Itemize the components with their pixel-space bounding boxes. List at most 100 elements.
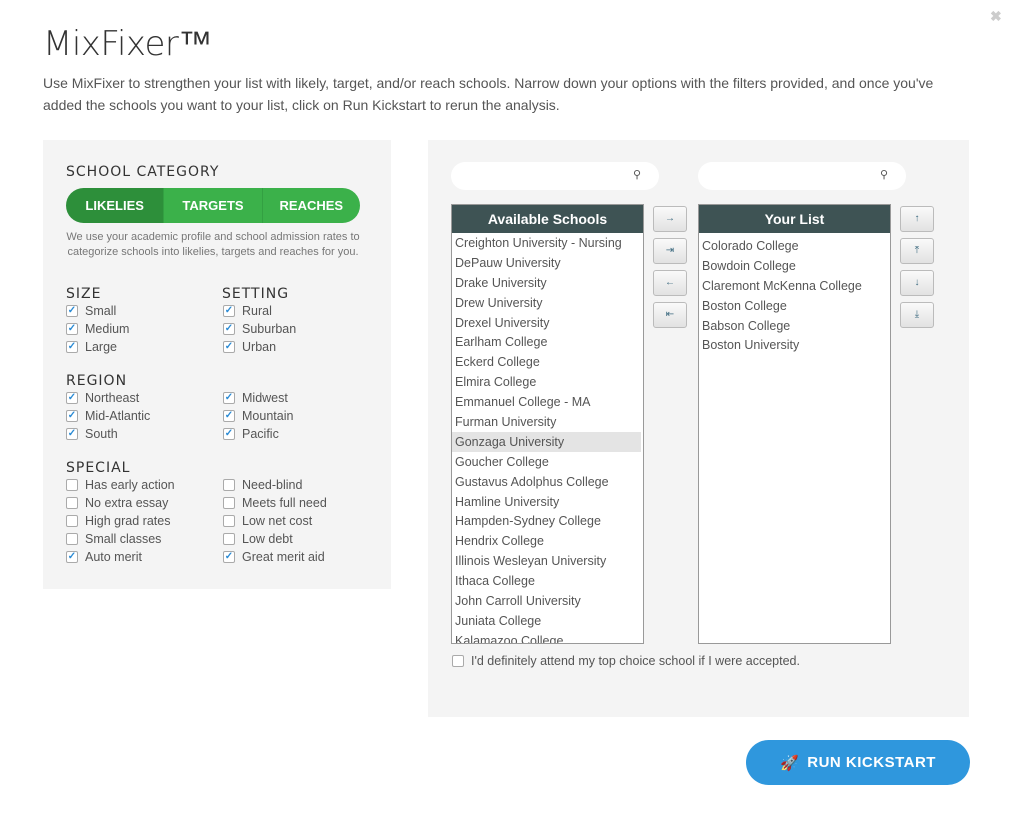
move-up-button[interactable]: ↑ bbox=[900, 206, 934, 232]
tab-targets[interactable]: TARGETS bbox=[163, 188, 262, 223]
checkbox-high-grad-rates[interactable]: High grad rates bbox=[66, 512, 170, 530]
checkbox-low-net-cost[interactable]: Low net cost bbox=[223, 512, 312, 530]
remove-all-button[interactable]: ⇤ bbox=[653, 302, 687, 328]
checkbox-low-debt[interactable]: Low debt bbox=[223, 530, 293, 548]
checkbox-label: Has early action bbox=[85, 478, 175, 492]
list-item[interactable]: Boston University bbox=[699, 335, 890, 355]
checkbox-icon[interactable] bbox=[223, 479, 235, 491]
checkbox-northeast[interactable]: ✓ Northeast bbox=[66, 389, 139, 407]
checkbox-icon[interactable]: ✓ bbox=[223, 341, 235, 353]
add-all-button[interactable]: ⇥ bbox=[653, 238, 687, 264]
checkbox-icon[interactable]: ✓ bbox=[66, 428, 78, 440]
list-item[interactable]: Earlham College bbox=[452, 332, 643, 352]
list-item[interactable]: Illinois Wesleyan University bbox=[452, 551, 643, 571]
checkbox-mid-atlantic[interactable]: ✓ Mid-Atlantic bbox=[66, 407, 150, 425]
list-item[interactable]: DePauw University bbox=[452, 253, 643, 273]
checkbox-rural[interactable]: ✓ Rural bbox=[223, 302, 272, 320]
checkbox-great-merit-aid[interactable]: ✓ Great merit aid bbox=[223, 548, 325, 566]
list-item[interactable]: Furman University bbox=[452, 412, 643, 432]
your-list-header: Your List bbox=[699, 205, 890, 233]
checkbox-suburban[interactable]: ✓ Suburban bbox=[223, 320, 296, 338]
checkbox-icon[interactable]: ✓ bbox=[223, 428, 235, 440]
checkbox-icon[interactable]: ✓ bbox=[66, 323, 78, 335]
list-item[interactable]: Creighton University - Nursing bbox=[452, 233, 643, 253]
tab-likelies[interactable]: LIKELIES bbox=[66, 188, 164, 223]
checkbox-auto-merit[interactable]: ✓ Auto merit bbox=[66, 548, 142, 566]
list-item[interactable]: Claremont McKenna College bbox=[699, 276, 890, 296]
checkbox-south[interactable]: ✓ South bbox=[66, 425, 118, 443]
category-tabs: LIKELIES TARGETS REACHES bbox=[66, 188, 360, 223]
checkbox-icon[interactable]: ✓ bbox=[66, 410, 78, 422]
checkbox-label: Medium bbox=[85, 322, 130, 336]
add-button[interactable]: → bbox=[653, 206, 687, 232]
remove-button[interactable]: ← bbox=[653, 270, 687, 296]
checkbox-medium[interactable]: ✓ Medium bbox=[66, 320, 129, 338]
list-item[interactable]: Gonzaga University bbox=[452, 431, 641, 452]
move-bottom-button[interactable]: ⤓ bbox=[900, 302, 934, 328]
list-item[interactable]: Ithaca College bbox=[452, 571, 643, 591]
list-item[interactable]: Bowdoin College bbox=[699, 256, 890, 276]
checkbox-label: High grad rates bbox=[85, 514, 171, 528]
checkbox-icon[interactable] bbox=[452, 655, 464, 667]
close-icon[interactable]: ✖ bbox=[990, 8, 1002, 25]
checkbox-has-early-action[interactable]: Has early action bbox=[66, 476, 175, 494]
list-item[interactable]: Kalamazoo College bbox=[452, 631, 643, 643]
list-item[interactable]: John Carroll University bbox=[452, 591, 643, 611]
search-icon: ⚲ bbox=[632, 169, 641, 181]
tab-reaches[interactable]: REACHES bbox=[261, 188, 360, 223]
list-item[interactable]: Elmira College bbox=[452, 372, 643, 392]
list-item[interactable]: Boston College bbox=[699, 296, 890, 316]
checkbox-icon[interactable] bbox=[66, 497, 78, 509]
list-item[interactable]: Drexel University bbox=[452, 313, 643, 333]
run-kickstart-button[interactable]: 🚀 RUN KICKSTART bbox=[746, 740, 970, 785]
checkbox-need-blind[interactable]: Need-blind bbox=[223, 476, 302, 494]
checkbox-icon[interactable]: ✓ bbox=[66, 305, 78, 317]
special-heading: SPECIAL bbox=[66, 460, 131, 476]
list-item[interactable]: Hamline University bbox=[452, 492, 643, 512]
checkbox-small-classes[interactable]: Small classes bbox=[66, 530, 161, 548]
list-item[interactable]: Drew University bbox=[452, 293, 643, 313]
list-item[interactable]: Babson College bbox=[699, 316, 890, 336]
available-schools-list[interactable]: Available Schools Creighton University -… bbox=[451, 204, 644, 644]
list-item[interactable]: Goucher College bbox=[452, 452, 643, 472]
checkbox-icon[interactable] bbox=[66, 479, 78, 491]
available-search-input[interactable]: ⚲ bbox=[451, 162, 659, 190]
checkbox-icon[interactable]: ✓ bbox=[223, 551, 235, 563]
checkbox-pacific[interactable]: ✓ Pacific bbox=[223, 425, 279, 443]
checkbox-meets-full-need[interactable]: Meets full need bbox=[223, 494, 327, 512]
list-item[interactable]: Eckerd College bbox=[452, 352, 643, 372]
checkbox-icon[interactable] bbox=[66, 533, 78, 545]
your-list-search-input[interactable]: ⚲ bbox=[698, 162, 906, 190]
checkbox-icon[interactable]: ✓ bbox=[66, 392, 78, 404]
move-top-button[interactable]: ⤒ bbox=[900, 238, 934, 264]
list-item[interactable]: Colorado College bbox=[699, 236, 890, 256]
list-item[interactable]: Drake University bbox=[452, 273, 643, 293]
move-down-button[interactable]: ↓ bbox=[900, 270, 934, 296]
checkbox-icon[interactable]: ✓ bbox=[223, 410, 235, 422]
checkbox-midwest[interactable]: ✓ Midwest bbox=[223, 389, 288, 407]
checkbox-label: Need-blind bbox=[242, 478, 303, 492]
checkbox-icon[interactable]: ✓ bbox=[223, 323, 235, 335]
list-item[interactable]: Hendrix College bbox=[452, 531, 643, 551]
checkbox-icon[interactable]: ✓ bbox=[223, 305, 235, 317]
checkbox-icon[interactable]: ✓ bbox=[223, 392, 235, 404]
checkbox-label: Great merit aid bbox=[242, 550, 325, 564]
checkbox-icon[interactable] bbox=[223, 515, 235, 527]
list-item[interactable]: Hampden-Sydney College bbox=[452, 511, 643, 531]
checkbox-icon[interactable]: ✓ bbox=[66, 551, 78, 563]
checkbox-icon[interactable]: ✓ bbox=[66, 341, 78, 353]
list-item[interactable]: Emmanuel College - MA bbox=[452, 392, 643, 412]
checkbox-mountain[interactable]: ✓ Mountain bbox=[223, 407, 293, 425]
checkbox-icon[interactable] bbox=[66, 515, 78, 527]
your-list[interactable]: Your List Colorado College Bowdoin Colleg… bbox=[698, 204, 891, 644]
checkbox-label: Auto merit bbox=[85, 550, 142, 564]
checkbox-icon[interactable] bbox=[223, 497, 235, 509]
checkbox-icon[interactable] bbox=[223, 533, 235, 545]
checkbox-urban[interactable]: ✓ Urban bbox=[223, 338, 276, 356]
list-item[interactable]: Gustavus Adolphus College bbox=[452, 472, 643, 492]
attend-checkbox[interactable]: I'd definitely attend my top choice scho… bbox=[452, 652, 800, 670]
checkbox-small[interactable]: ✓ Small bbox=[66, 302, 116, 320]
list-item[interactable]: Juniata College bbox=[452, 611, 643, 631]
checkbox-no-extra-essay[interactable]: No extra essay bbox=[66, 494, 168, 512]
checkbox-large[interactable]: ✓ Large bbox=[66, 338, 117, 356]
